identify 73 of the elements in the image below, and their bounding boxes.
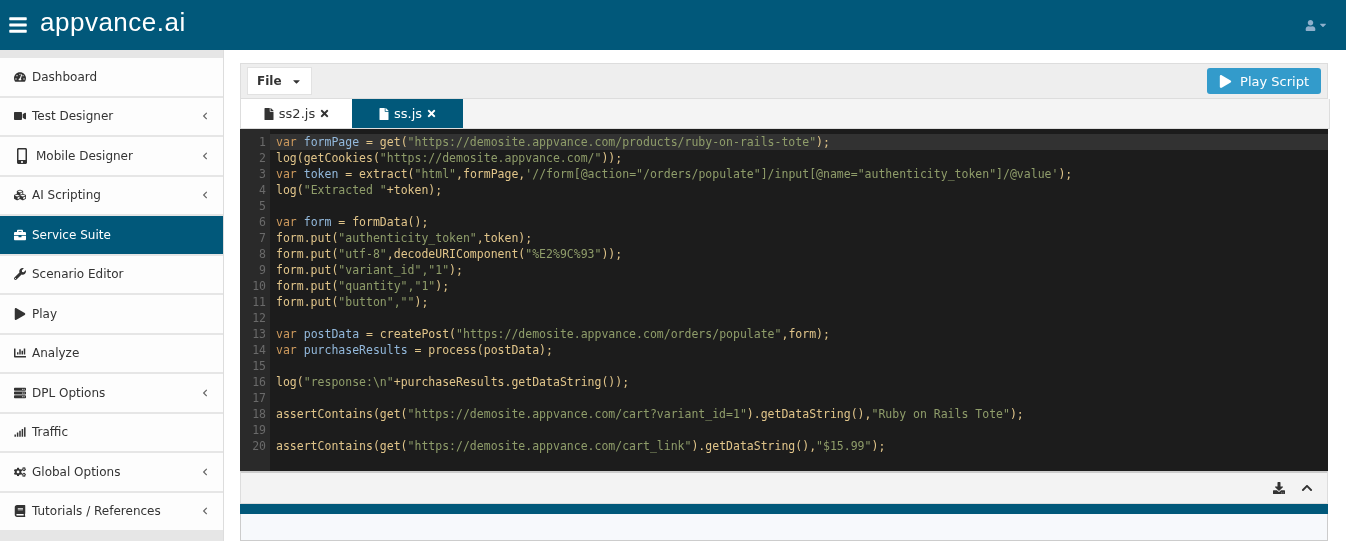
code-line: var form = formData();: [275, 214, 430, 230]
sidebar-item[interactable]: AI Scripting: [0, 176, 223, 214]
line-number: 3: [258, 166, 267, 182]
file-menu-button[interactable]: File: [247, 67, 312, 95]
code-line: form.put("quantity","1");: [275, 278, 451, 294]
bar-chart-icon: [14, 347, 26, 360]
line-number: 7: [258, 230, 267, 246]
user-icon: [1305, 19, 1316, 31]
sidebar-item[interactable]: Dashboard: [0, 58, 223, 96]
sidebar-item[interactable]: Traffic: [0, 413, 223, 451]
line-number: 4: [258, 182, 267, 198]
code-line: var postData = createPost("https://demosite.appvance.com/orders/populate",form);: [275, 326, 831, 342]
chevron-up-icon[interactable]: [1301, 482, 1313, 494]
sidebar-item[interactable]: Tutorials / References: [0, 492, 223, 530]
close-icon[interactable]: [426, 108, 438, 119]
signal-bars-icon: [14, 426, 26, 439]
code-editor[interactable]: [240, 129, 1328, 471]
line-number: 1: [258, 134, 267, 150]
code-line: form.put("authenticity_token",token);: [275, 230, 534, 246]
file-icon: [377, 107, 390, 120]
line-number: 19: [251, 422, 267, 438]
play-icon: [1219, 74, 1233, 88]
sidebar-item[interactable]: Mobile Designer: [0, 137, 223, 175]
user-menu[interactable]: [1305, 19, 1328, 31]
line-number: 5: [258, 198, 267, 214]
code-line: form.put("utf-8",decodeURIComponent("%E2%9C%93"));: [275, 246, 624, 262]
code-line: log(getCookies("https://demosite.appvance.com/"));: [275, 150, 624, 166]
line-number: 17: [251, 390, 267, 406]
code-line: log("response:\n"+purchaseResults.getDataString());: [275, 374, 631, 390]
line-number: 2: [258, 150, 267, 166]
line-number: 11: [251, 294, 267, 310]
cubes-icon: [14, 189, 26, 202]
file-tab[interactable]: ss.js: [352, 99, 463, 128]
line-number: 13: [251, 326, 267, 342]
line-number: 6: [258, 214, 267, 230]
line-number: 15: [251, 358, 267, 374]
line-number: 16: [251, 374, 267, 390]
sidebar-item[interactable]: Global Options: [0, 453, 223, 491]
sidebar-item[interactable]: DPL Options: [0, 374, 223, 412]
download-icon[interactable]: [1273, 482, 1285, 494]
code-line: form.put("variant_id","1");: [275, 262, 464, 278]
sidebar-item[interactable]: Test Designer: [0, 97, 223, 135]
sidebar-item[interactable]: Service Suite: [0, 216, 223, 254]
line-number: 8: [258, 246, 267, 262]
code-line: assertContains(get("https://demosite.appvance.com/cart_link").getDataString(),"$15.99");: [275, 438, 887, 454]
line-number: 9: [258, 262, 267, 278]
code-line: var purchaseResults = process(postData);: [275, 342, 554, 358]
logo: appvance.ai: [40, 6, 186, 38]
code-line: form.put("button","");: [275, 294, 430, 310]
line-number: 12: [251, 310, 267, 326]
sidebar-item[interactable]: Scenario Editor: [0, 255, 223, 293]
code-line: assertContains(get("https://demosite.appvance.com/cart?variant_id=1").getDataString(),"Ruby on Rails Tote");: [275, 406, 1025, 422]
briefcase-icon: [14, 228, 26, 241]
play-icon: [14, 307, 26, 320]
code-line: var token = extract("html",formPage,'//form[@action="/orders/populate"]/input[@name="authenticity_token"]/@value');: [275, 166, 1074, 182]
sidebar-item[interactable]: Play: [0, 295, 223, 333]
file-icon: [262, 107, 275, 120]
file-tab[interactable]: ss2.js: [241, 99, 352, 128]
video-camera-icon: [14, 110, 26, 123]
list-icon: [14, 386, 26, 399]
wrench-icon: [14, 268, 26, 281]
mobile-phone-icon: [14, 147, 30, 164]
menu-icon[interactable]: [8, 15, 28, 35]
line-number: 10: [251, 278, 267, 294]
code-line: log("Extracted "+token);: [275, 182, 444, 198]
line-number: 18: [251, 406, 267, 422]
sidebar-item[interactable]: Analyze: [0, 334, 223, 372]
line-number: 14: [251, 342, 267, 358]
line-number: 20: [251, 438, 267, 454]
dashboard-icon: [14, 70, 26, 83]
book-icon: [14, 505, 26, 518]
gears-icon: [14, 465, 26, 478]
close-icon[interactable]: [319, 108, 331, 119]
